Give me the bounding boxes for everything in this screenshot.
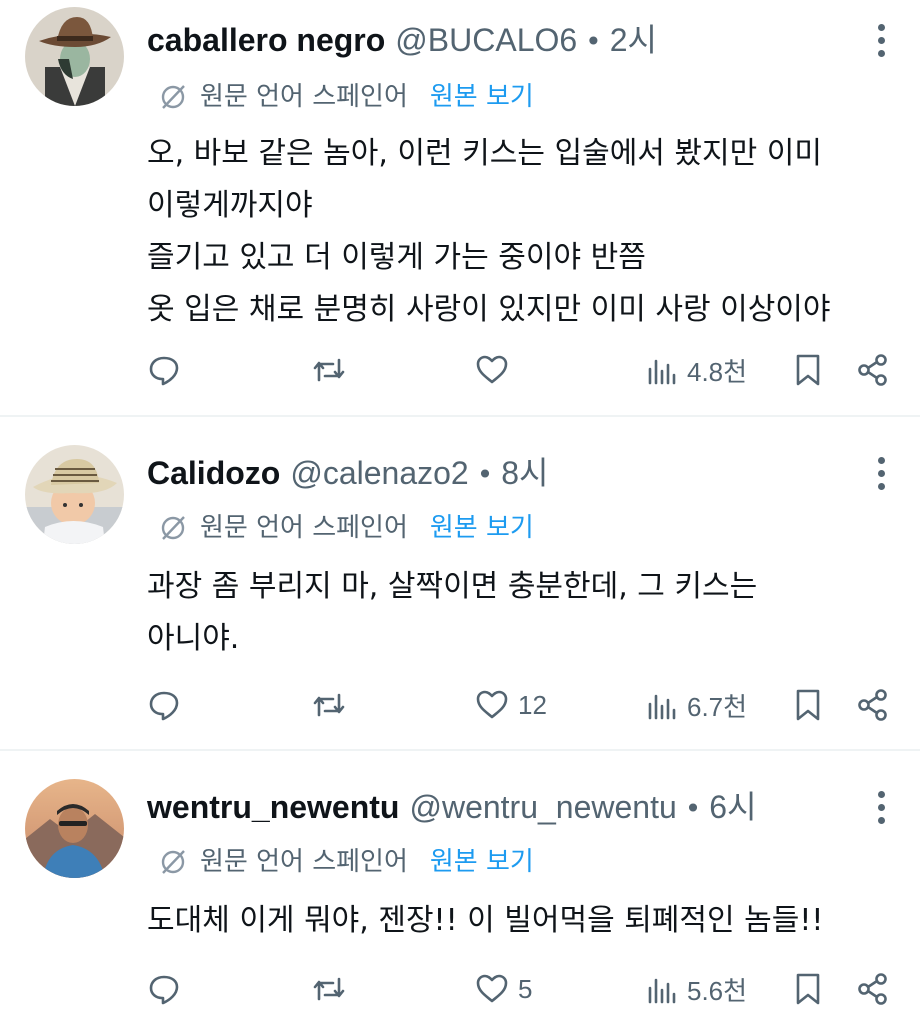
post-time[interactable]: 8시 (501, 453, 548, 493)
reply-icon (149, 356, 179, 386)
view-count: 6.7천 (687, 692, 748, 722)
post-time[interactable]: 6시 (709, 787, 756, 827)
like-count: 12 (518, 689, 547, 720)
reply-icon (149, 691, 179, 721)
bookmark-button[interactable] (790, 352, 826, 388)
post-2[interactable]: Calidozo @calenazo2 • 8시 원문 언어 스페인어 원본 보… (0, 417, 920, 749)
post-header: Calidozo @calenazo2 • 8시 (147, 453, 548, 495)
post-time[interactable]: 2시 (610, 20, 657, 60)
action-bar: 4.8천 (0, 352, 920, 392)
repost-button[interactable] (311, 687, 347, 723)
reply-button[interactable] (146, 687, 182, 723)
bookmark-icon (796, 689, 820, 721)
translation-source-language: 원문 언어 스페인어 (200, 82, 408, 112)
post-text-line: 옷 입은 채로 분명히 사랑이 있지만 이미 사랑 이상이야 (147, 292, 831, 327)
post-text-line: 아니야. (147, 621, 240, 656)
heart-icon (476, 355, 508, 384)
analytics-icon (648, 359, 676, 384)
analytics-icon (648, 694, 676, 719)
repost-icon (313, 358, 345, 382)
translation-note: 원문 언어 스페인어 원본 보기 (158, 511, 534, 545)
post-3[interactable]: wentru_newentu @wentru_newentu • 6시 원문 언… (0, 751, 920, 1022)
post-text-line: 이렇게까지야 (147, 188, 313, 223)
reply-icon (149, 975, 179, 1005)
post-text-line: 오, 바보 같은 놈아, 이런 키스는 입술에서 봤지만 이미 (147, 136, 822, 171)
reply-button[interactable] (146, 971, 182, 1007)
reply-button[interactable] (146, 352, 182, 388)
translation-source-language: 원문 언어 스페인어 (200, 513, 408, 543)
post-text: 오, 바보 같은 놈아, 이런 키스는 입술에서 봤지만 이미 이렇게까지야 즐… (147, 128, 900, 336)
post-header: caballero negro @BUCALO6 • 2시 (147, 20, 657, 62)
hiker-photo-avatar-icon (25, 779, 124, 878)
post-text: 도대체 이게 뭐야, 젠장!! 이 빌어먹을 퇴폐적인 놈들!! (147, 895, 900, 947)
share-icon (858, 689, 887, 721)
show-original-link[interactable]: 원본 보기 (430, 511, 534, 545)
repost-button[interactable] (311, 971, 347, 1007)
repost-button[interactable] (311, 352, 347, 388)
avatar[interactable] (25, 7, 124, 106)
author-name[interactable]: wentru_newentu (147, 787, 399, 827)
view-count: 5.6천 (687, 976, 748, 1006)
like-button[interactable] (474, 352, 518, 388)
post-text: 과장 좀 부리지 마, 살짝이면 충분한데, 그 키스는 아니야. (147, 561, 900, 665)
post-text-line: 도대체 이게 뭐야, 젠장!! 이 빌어먹을 퇴폐적인 놈들!! (147, 903, 824, 938)
share-icon (858, 973, 887, 1005)
child-straw-hat-avatar-icon (25, 445, 124, 544)
author-name[interactable]: caballero negro (147, 20, 385, 60)
translation-source-language: 원문 언어 스페인어 (200, 847, 408, 877)
bookmark-icon (796, 354, 820, 386)
avatar[interactable] (25, 779, 124, 878)
share-button[interactable] (855, 687, 891, 723)
share-button[interactable] (855, 352, 891, 388)
avatar[interactable] (25, 445, 124, 544)
heart-icon (476, 690, 508, 719)
share-button[interactable] (855, 971, 891, 1007)
show-original-link[interactable]: 원본 보기 (430, 845, 534, 879)
more-options-icon[interactable] (876, 24, 886, 57)
translate-icon (161, 850, 185, 874)
show-original-link[interactable]: 원본 보기 (430, 80, 534, 114)
bookmark-button[interactable] (790, 971, 826, 1007)
views-button[interactable]: 4.8천 (643, 352, 747, 389)
separator-dot: • (585, 25, 602, 58)
bookmark-button[interactable] (790, 687, 826, 723)
view-count: 4.8천 (687, 357, 748, 387)
views-button[interactable]: 6.7천 (643, 687, 747, 724)
author-handle[interactable]: @wentru_newentu (409, 787, 676, 827)
author-name[interactable]: Calidozo (147, 453, 280, 493)
post-1[interactable]: caballero negro @BUCALO6 • 2시 원문 언어 스페인어… (0, 0, 920, 415)
like-button[interactable]: 5 (474, 971, 532, 1007)
like-count: 5 (518, 973, 533, 1004)
analytics-icon (648, 978, 676, 1003)
author-handle[interactable]: @calenazo2 (290, 453, 468, 493)
separator-dot: • (684, 792, 702, 825)
translate-icon (161, 516, 185, 540)
like-button[interactable]: 12 (474, 687, 547, 723)
translation-note: 원문 언어 스페인어 원본 보기 (158, 80, 534, 114)
cowboy-hat-anime-avatar-icon (25, 7, 124, 106)
post-header: wentru_newentu @wentru_newentu • 6시 (147, 787, 757, 829)
more-options-icon[interactable] (876, 791, 886, 824)
more-options-icon[interactable] (876, 457, 886, 490)
bookmark-icon (796, 973, 820, 1005)
repost-icon (313, 977, 345, 1001)
action-bar: 5 5.6천 (0, 971, 920, 1011)
action-bar: 12 6.7천 (0, 687, 920, 727)
heart-icon (476, 974, 508, 1003)
post-text-line: 즐기고 있고 더 이렇게 가는 중이야 반쯤 (147, 240, 646, 275)
translate-icon (161, 85, 185, 109)
translation-note: 원문 언어 스페인어 원본 보기 (158, 845, 534, 879)
share-icon (858, 354, 887, 386)
views-button[interactable]: 5.6천 (643, 971, 747, 1008)
repost-icon (313, 693, 345, 717)
post-text-line: 과장 좀 부리지 마, 살짝이면 충분한데, 그 키스는 (147, 569, 758, 604)
separator-dot: • (476, 458, 494, 491)
author-handle[interactable]: @BUCALO6 (395, 20, 577, 60)
